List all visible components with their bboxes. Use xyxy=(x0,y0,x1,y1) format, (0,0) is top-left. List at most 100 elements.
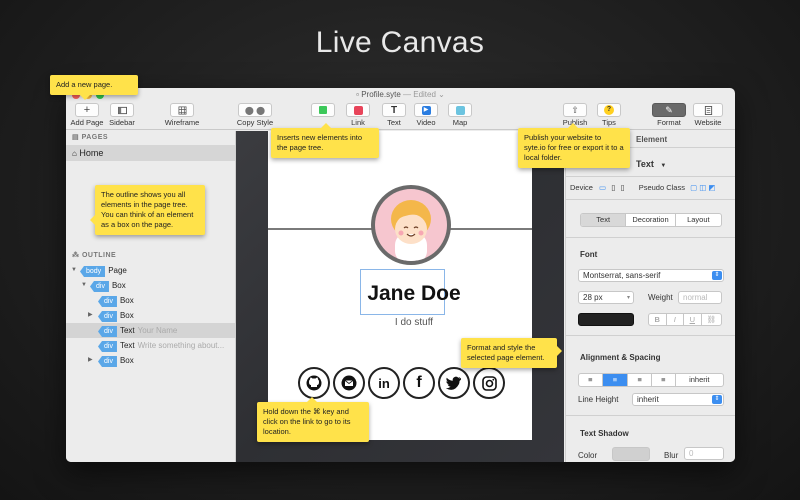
link-button[interactable]: Link xyxy=(344,103,372,127)
copy-style-label: Copy Style xyxy=(236,118,274,127)
pseudo-class-icons[interactable]: ▢ ◫ ◩ xyxy=(690,183,715,192)
desktop-icon[interactable]: ▭ xyxy=(599,183,606,192)
element-tag: body xyxy=(80,266,106,277)
mail-link[interactable] xyxy=(333,367,365,399)
element-label: Box xyxy=(111,281,126,290)
tab-decoration[interactable]: Decoration xyxy=(626,214,676,226)
wireframe-button[interactable]: Wireframe xyxy=(162,103,202,127)
tab-text[interactable]: Text xyxy=(581,214,627,226)
outline-row[interactable]: div Box xyxy=(66,293,235,308)
italic-button[interactable]: I xyxy=(667,314,685,325)
font-size-field[interactable]: 28 px ▾ xyxy=(578,291,634,304)
text-button[interactable]: T Text xyxy=(380,103,408,127)
tip-inserts: Inserts new elements into the page tree. xyxy=(271,123,379,158)
line-height-value: inherit xyxy=(637,395,659,404)
underline-button[interactable]: U xyxy=(684,314,702,325)
shadow-color-well[interactable] xyxy=(612,447,650,461)
select-arrows-icon: ⇕ xyxy=(712,271,722,280)
pages-heading: ▤ PAGES xyxy=(66,131,235,145)
video-button[interactable]: ▶ Video xyxy=(412,103,440,127)
blur-field[interactable]: 0 xyxy=(684,447,724,460)
tip-outline-text: The outline shows you all elements in th… xyxy=(101,190,194,229)
tip-arrow xyxy=(80,95,90,100)
link-icon: ⛓ xyxy=(706,315,717,324)
element-tab-label[interactable]: Element xyxy=(636,135,735,144)
disclosure-triangle-icon[interactable]: ▶ xyxy=(88,353,93,368)
tip-inserts-text: Inserts new elements into the page tree. xyxy=(277,133,363,152)
github-link[interactable] xyxy=(298,367,330,399)
website-button[interactable]: Website xyxy=(690,103,726,127)
page-item-home[interactable]: ⌂ Home xyxy=(66,145,235,161)
play-icon: ▶ xyxy=(421,105,431,115)
element-hint: Your Name xyxy=(137,326,178,335)
outline-row[interactable]: div Text Write something about... xyxy=(66,338,235,353)
outline-row[interactable]: ▶ div Box xyxy=(66,353,235,368)
device-row: Device ▭ ▯ ▯ Pseudo Class ▢ ◫ ◩ xyxy=(570,183,735,192)
element-tag: div xyxy=(98,341,117,352)
avatar[interactable] xyxy=(371,185,451,265)
tip-add-page-text: Add a new page. xyxy=(56,80,113,89)
element-hint: Write something about... xyxy=(137,341,225,350)
insert-element-button[interactable] xyxy=(311,103,335,118)
element-tag: div xyxy=(98,296,117,307)
format-button[interactable]: ✎ Format xyxy=(651,103,687,127)
line-height-select[interactable]: inherit ⇕ xyxy=(632,393,724,406)
tip-hold-key: Hold down the ⌘ key and click on the lin… xyxy=(257,397,369,442)
weight-select[interactable]: normal xyxy=(678,291,722,304)
github-icon xyxy=(306,375,322,391)
bold-button[interactable]: B xyxy=(649,314,667,325)
tips-button[interactable]: ? Tips xyxy=(594,103,624,127)
edited-status[interactable]: — Edited ⌄ xyxy=(403,90,445,99)
profile-name[interactable]: Jane Doe xyxy=(328,282,500,306)
map-button[interactable]: Map xyxy=(446,103,474,127)
share-icon: ⇧ xyxy=(571,104,579,115)
element-label: Box xyxy=(119,296,134,305)
document-lines-icon xyxy=(704,105,712,115)
outline-row[interactable]: ▶ div Box xyxy=(66,308,235,323)
page-preview[interactable]: Jane Doe I do stuff in f xyxy=(268,131,532,440)
twitter-link[interactable] xyxy=(438,367,470,399)
wireframe-label: Wireframe xyxy=(164,118,200,127)
text-shadow-heading: Text Shadow xyxy=(580,429,629,438)
sidebar-button[interactable]: Sidebar xyxy=(106,103,138,127)
app-window: ▫ Profile.syte — Edited ⌄ + Add Page Sid… xyxy=(66,88,735,462)
element-type-select[interactable]: Text ▼ xyxy=(636,159,735,169)
instagram-link[interactable] xyxy=(473,367,505,399)
tip-add-page: Add a new page. xyxy=(50,75,138,100)
tip-arrow xyxy=(90,215,95,225)
add-page-label: Add Page xyxy=(70,118,104,127)
align-inherit-button[interactable]: inherit xyxy=(676,374,723,386)
linkedin-link[interactable]: in xyxy=(368,367,400,399)
align-center-button[interactable]: ≡ xyxy=(602,374,629,386)
profile-tagline[interactable]: I do stuff xyxy=(328,317,500,328)
tips-label: Tips xyxy=(602,118,616,127)
align-right-button[interactable]: ≡ xyxy=(628,374,652,386)
font-family-select[interactable]: Montserrat, sans-serif ⇕ xyxy=(578,269,724,282)
add-page-button[interactable]: + Add Page xyxy=(70,103,104,127)
tip-format-text: Format and style the selected page eleme… xyxy=(467,343,545,362)
toolbar: + Add Page Sidebar Wireframe ⬤ ⬤ Copy St… xyxy=(66,102,735,130)
alignment-heading: Alignment & Spacing xyxy=(580,353,661,362)
disclosure-triangle-icon[interactable]: ▶ xyxy=(88,308,93,323)
disclosure-triangle-icon[interactable]: ▼ xyxy=(71,263,77,278)
pseudo-class-label: Pseudo Class xyxy=(638,183,685,192)
link-style-button[interactable]: ⛓ xyxy=(702,314,721,325)
outline-row[interactable]: ▼ body Page xyxy=(66,263,235,278)
outline-row[interactable]: ▼ div Box xyxy=(66,278,235,293)
format-label: Format xyxy=(657,118,681,127)
map-label: Map xyxy=(452,118,468,127)
tablet-icon[interactable]: ▯ xyxy=(611,183,615,192)
video-label: Video xyxy=(416,118,436,127)
tab-layout[interactable]: Layout xyxy=(676,214,721,226)
outline-row-selected[interactable]: div Text Your Name xyxy=(66,323,235,338)
text-color-well[interactable] xyxy=(578,313,634,326)
align-left-button[interactable]: ≡ xyxy=(579,374,603,386)
website-label: Website xyxy=(694,118,722,127)
facebook-link[interactable]: f xyxy=(403,367,435,399)
phone-icon[interactable]: ▯ xyxy=(620,183,624,192)
tip-publish: Publish your website to syte.io for free… xyxy=(518,123,630,168)
align-justify-button[interactable]: ≡ xyxy=(652,374,676,386)
copy-style-button[interactable]: ⬤ ⬤ Copy Style xyxy=(234,103,276,127)
disclosure-triangle-icon[interactable]: ▼ xyxy=(81,278,87,293)
outline-icon: ⁂ xyxy=(72,252,80,259)
